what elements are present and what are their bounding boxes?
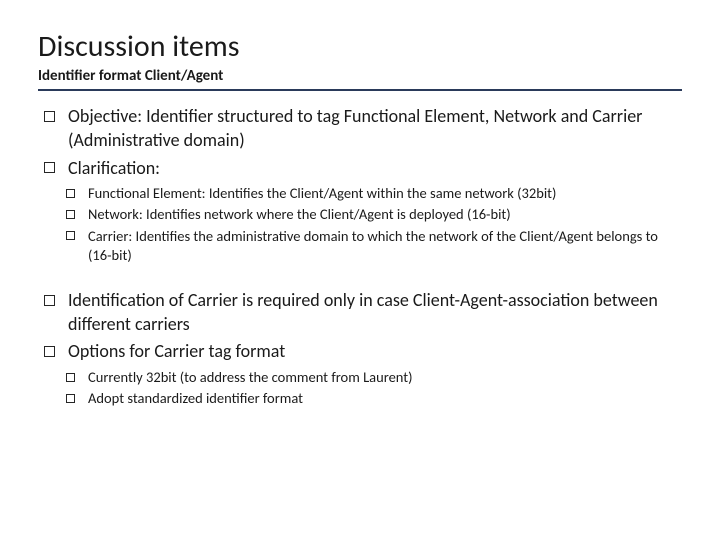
page-subtitle: Identifier format Client/Agent <box>38 67 682 91</box>
checkbox-bullet-icon <box>44 111 55 122</box>
list-item-text: Adopt standardized identifier format <box>88 389 303 407</box>
checkbox-bullet-icon <box>44 346 55 357</box>
list-item-text: Network: Identifies network where the Cl… <box>88 205 511 223</box>
sub-list: Functional Element: Identifies the Clien… <box>66 184 682 265</box>
list-item: Currently 32bit (to address the comment … <box>66 368 682 387</box>
checkbox-bullet-icon <box>66 394 75 403</box>
checkbox-bullet-icon <box>44 162 55 173</box>
bullet-list-a: Objective: Identifier structured to tag … <box>44 105 682 265</box>
list-item-text: Objective: Identifier structured to tag … <box>68 105 642 151</box>
list-item-text: Clarification: <box>68 157 160 179</box>
list-item: Network: Identifies network where the Cl… <box>66 205 682 224</box>
list-item-text: Options for Carrier tag format <box>68 340 285 362</box>
list-item: Objective: Identifier structured to tag … <box>44 105 682 153</box>
list-item-text: Functional Element: Identifies the Clien… <box>88 184 556 202</box>
bullet-list-b: Identification of Carrier is required on… <box>44 289 682 409</box>
checkbox-bullet-icon <box>66 210 75 219</box>
list-item: Adopt standardized identifier format <box>66 389 682 408</box>
page-title: Discussion items <box>38 28 682 65</box>
list-item: Identification of Carrier is required on… <box>44 289 682 337</box>
list-item: Options for Carrier tag format <box>44 340 682 364</box>
checkbox-bullet-icon <box>66 373 75 382</box>
list-item-text: Identification of Carrier is required on… <box>68 289 658 335</box>
list-item: Carrier: Identifies the administrative d… <box>66 227 682 265</box>
sub-list: Currently 32bit (to address the comment … <box>66 368 682 408</box>
list-item-text: Carrier: Identifies the administrative d… <box>88 227 658 264</box>
checkbox-bullet-icon <box>44 295 55 306</box>
checkbox-bullet-icon <box>66 231 75 240</box>
list-item: Functional Element: Identifies the Clien… <box>66 184 682 203</box>
list-item: Clarification: <box>44 157 682 181</box>
spacer <box>38 275 682 289</box>
list-item-text: Currently 32bit (to address the comment … <box>88 368 413 386</box>
checkbox-bullet-icon <box>66 189 75 198</box>
